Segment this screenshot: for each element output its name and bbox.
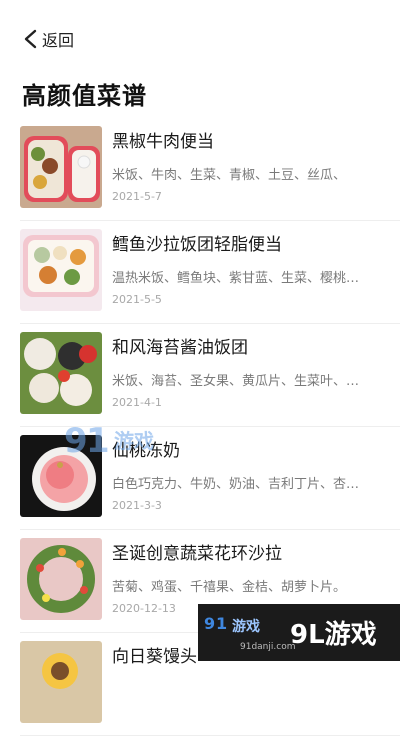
page-title: 高颜值菜谱 [22, 82, 147, 110]
recipe-name: 向日葵馒头 [112, 647, 197, 667]
recipe-thumbnail [20, 538, 102, 620]
recipe-ingredients: 米饭、海苔、圣女果、黄瓜片、生菜叶、… [112, 374, 360, 389]
recipe-date: 2021-3-3 [112, 499, 162, 512]
recipe-date: 2021-5-5 [112, 293, 162, 306]
top-bar: 返回 [0, 0, 400, 78]
recipe-date: 2021-5-7 [112, 190, 162, 203]
recipe-item[interactable]: 黑椒牛肉便当 米饭、牛肉、生菜、青椒、土豆、丝瓜、 2021-5-7 [20, 118, 400, 221]
chevron-left-icon [24, 29, 37, 49]
recipe-item[interactable]: 仙桃冻奶 白色巧克力、牛奶、奶油、吉利丁片、杏… 2021-3-3 [20, 427, 400, 530]
back-button[interactable]: 返回 [22, 26, 74, 52]
recipe-ingredients: 白色巧克力、牛奶、奶油、吉利丁片、杏… [112, 477, 360, 492]
recipe-name: 和风海苔酱油饭团 [112, 338, 248, 358]
back-label: 返回 [42, 31, 75, 50]
recipe-thumbnail [20, 641, 102, 723]
recipe-thumbnail [20, 332, 102, 414]
recipe-item[interactable]: 和风海苔酱油饭团 米饭、海苔、圣女果、黄瓜片、生菜叶、… 2021-4-1 [20, 324, 400, 427]
recipe-date: 2021-4-1 [112, 396, 162, 409]
watermark-banner-small: 游戏 [232, 619, 260, 635]
recipe-name: 仙桃冻奶 [112, 441, 180, 461]
recipe-thumbnail [20, 126, 102, 208]
recipe-name: 黑椒牛肉便当 [112, 132, 214, 152]
watermark-site: 91danji.com [240, 642, 296, 652]
recipe-ingredients: 温热米饭、鳕鱼块、紫甘蓝、生菜、樱桃… [112, 271, 360, 286]
recipe-ingredients: 米饭、牛肉、生菜、青椒、土豆、丝瓜、 [112, 168, 347, 183]
recipe-thumbnail [20, 229, 102, 311]
recipe-date: 2020-12-13 [112, 602, 176, 615]
watermark-banner-big: 9L游戏 [290, 620, 377, 650]
recipe-ingredients: 苦菊、鸡蛋、千禧果、金桔、胡萝卜片。 [112, 580, 347, 595]
watermark-banner: 9 1 游戏 9L游戏 91danji.com [198, 604, 400, 661]
recipe-name: 圣诞创意蔬菜花环沙拉 [112, 544, 282, 564]
recipe-thumbnail [20, 435, 102, 517]
recipe-item[interactable]: 鳕鱼沙拉饭团轻脂便当 温热米饭、鳕鱼块、紫甘蓝、生菜、樱桃… 2021-5-5 [20, 221, 400, 324]
recipe-name: 鳕鱼沙拉饭团轻脂便当 [112, 235, 282, 255]
